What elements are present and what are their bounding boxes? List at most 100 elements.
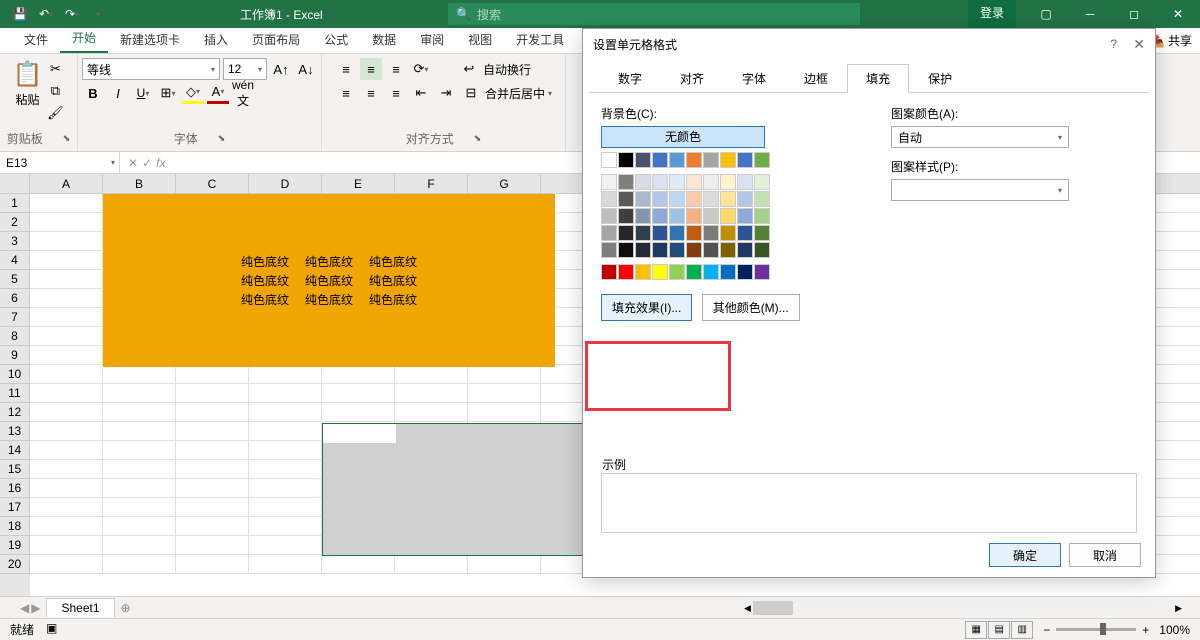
tab-review[interactable]: 审阅 [408,26,456,53]
row-header[interactable]: 9 [0,346,30,365]
dlg-tab-align[interactable]: 对齐 [661,64,723,93]
align-left-icon[interactable]: ≡ [335,82,357,104]
col-header[interactable]: E [322,174,395,193]
color-swatch[interactable] [618,264,634,280]
row-header[interactable]: 17 [0,498,30,517]
row-header[interactable]: 20 [0,555,30,574]
align-middle-icon[interactable]: ≡ [360,58,382,80]
color-swatch[interactable] [737,242,753,258]
color-swatch[interactable] [754,152,770,168]
color-swatch[interactable] [737,208,753,224]
color-swatch[interactable] [737,191,753,207]
view-pagelayout-icon[interactable]: ▤ [988,621,1010,639]
close-icon[interactable]: ✕ [1156,0,1200,28]
cut-icon[interactable]: ✂ [44,58,66,80]
color-swatch[interactable] [652,174,668,190]
color-swatch[interactable] [754,264,770,280]
scroll-right-icon[interactable]: ▶ [1175,603,1182,614]
color-swatch[interactable] [618,225,634,241]
maximize-icon[interactable]: ◻ [1112,0,1156,28]
bold-button[interactable]: B [82,82,104,104]
color-swatch[interactable] [635,191,651,207]
tab-file[interactable]: 文件 [12,26,60,53]
color-swatch[interactable] [686,264,702,280]
undo-icon[interactable]: ↶▾ [34,2,58,26]
qat-dropdown-icon[interactable]: ▾ [86,2,110,26]
color-swatch[interactable] [686,174,702,190]
color-swatch[interactable] [601,208,617,224]
color-swatch[interactable] [720,242,736,258]
color-swatch[interactable] [669,174,685,190]
align-right-icon[interactable]: ≡ [385,82,407,104]
color-swatch[interactable] [669,225,685,241]
color-swatch[interactable] [652,242,668,258]
dlg-tab-border[interactable]: 边框 [785,64,847,93]
dlg-tab-fill[interactable]: 填充 [847,64,909,93]
orientation-icon[interactable]: ⟳▾ [410,58,432,80]
underline-button[interactable]: U▾ [132,82,154,104]
color-swatch[interactable] [737,264,753,280]
color-swatch[interactable] [703,174,719,190]
color-swatch[interactable] [669,152,685,168]
color-swatch[interactable] [754,242,770,258]
color-swatch[interactable] [669,208,685,224]
dlg-tab-number[interactable]: 数字 [599,64,661,93]
horizontal-scrollbar[interactable]: ◀ ▶ [744,600,1182,616]
dlg-tab-protect[interactable]: 保护 [909,64,971,93]
color-swatch[interactable] [635,174,651,190]
color-swatch[interactable] [601,152,617,168]
color-swatch[interactable] [720,191,736,207]
cancel-button[interactable]: 取消 [1069,543,1141,567]
help-icon[interactable]: ? [1110,37,1117,51]
color-swatch[interactable] [754,208,770,224]
italic-button[interactable]: I [107,82,129,104]
tab-insert[interactable]: 插入 [192,26,240,53]
fx-icon[interactable]: fx [156,156,165,170]
color-swatch[interactable] [720,264,736,280]
row-header[interactable]: 4 [0,251,30,270]
merge-button[interactable]: ⊟ [460,82,482,104]
minimize-icon[interactable]: ─ [1068,0,1112,28]
color-swatch[interactable] [652,152,668,168]
color-swatch[interactable] [601,242,617,258]
name-box[interactable]: E13▾ [0,152,120,173]
color-swatch[interactable] [618,242,634,258]
copy-icon[interactable]: ⧉ [44,80,66,102]
color-swatch[interactable] [703,191,719,207]
view-normal-icon[interactable]: ▦ [965,621,987,639]
increase-font-icon[interactable]: A↑ [270,58,292,80]
indent-inc-icon[interactable]: ⇥ [435,82,457,104]
color-swatch[interactable] [703,225,719,241]
color-swatch[interactable] [618,174,634,190]
tab-view[interactable]: 视图 [456,26,504,53]
cancel-fx-icon[interactable]: ✕ [128,156,138,170]
more-colors-button[interactable]: 其他颜色(M)... [702,294,800,321]
fill-color-button[interactable]: ◇▾ [182,82,204,104]
color-swatch[interactable] [720,152,736,168]
row-header[interactable]: 6 [0,289,30,308]
color-swatch[interactable] [601,191,617,207]
color-swatch[interactable] [686,191,702,207]
align-top-icon[interactable]: ≡ [335,58,357,80]
tab-data[interactable]: 数据 [360,26,408,53]
row-header[interactable]: 14 [0,441,30,460]
redo-icon[interactable]: ↷▾ [60,2,84,26]
color-swatch[interactable] [703,208,719,224]
row-header[interactable]: 7 [0,308,30,327]
col-header[interactable]: A [30,174,103,193]
color-swatch[interactable] [703,264,719,280]
color-swatch[interactable] [754,225,770,241]
color-swatch[interactable] [720,208,736,224]
sheet-next-icon[interactable]: ▶ [31,601,40,615]
color-swatch[interactable] [601,264,617,280]
col-header[interactable]: F [395,174,468,193]
scroll-left-icon[interactable]: ◀ [744,603,751,614]
color-swatch[interactable] [669,191,685,207]
color-swatch[interactable] [754,174,770,190]
tab-newtab[interactable]: 新建选项卡 [108,26,192,53]
zoom-slider[interactable] [1056,628,1136,631]
orange-range[interactable]: 纯色底纹纯色底纹纯色底纹 纯色底纹纯色底纹纯色底纹 纯色底纹纯色底纹纯色底纹 [103,194,555,367]
share-button[interactable]: 📤 共享 [1150,32,1192,49]
border-button[interactable]: ⊞▾ [157,82,179,104]
row-header[interactable]: 2 [0,213,30,232]
